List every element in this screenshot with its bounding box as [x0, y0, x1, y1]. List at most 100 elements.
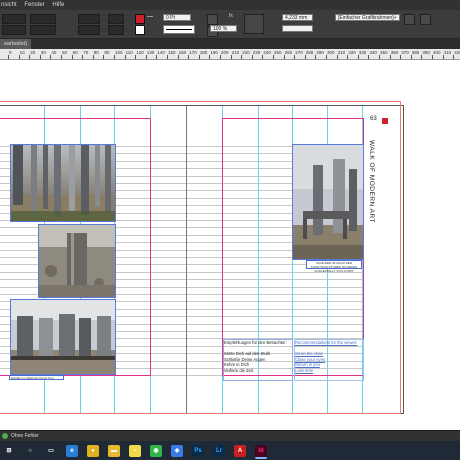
object-style-select[interactable]: [Einfacher Grafikrahmen]+ — [335, 14, 400, 21]
ruler-tick — [379, 55, 380, 59]
whatsapp-icon[interactable]: ◉ — [150, 445, 162, 457]
german-text-frame[interactable]: Empfehlungen für den Betrachter: Setze D… — [223, 339, 293, 381]
lightroom-icon[interactable]: Lr — [213, 445, 225, 457]
vertical-title-frame[interactable]: WALK OF MODERN ART — [363, 138, 377, 248]
ruler-label: 290 — [316, 50, 324, 55]
y-position-field[interactable] — [2, 25, 26, 35]
pasteboard[interactable]: Schilder im Wald der Kunst Tirol SCHILDE… — [0, 60, 460, 430]
caption-right[interactable]: SCHILDER IM WALD DER KUNSTSKULPTUREN IM … — [306, 260, 362, 273]
ruler-tick — [167, 55, 168, 59]
ruler-tick — [294, 55, 296, 59]
windows-icon[interactable]: ⊞ — [3, 445, 15, 457]
ruler-tick — [336, 55, 338, 59]
photo-chair-sculpture[interactable] — [292, 144, 364, 260]
sticky-notes-icon[interactable]: ▪ — [129, 445, 141, 457]
opacity-field[interactable]: 100 % — [210, 25, 237, 32]
menu-item-ansicht[interactable]: nsicht — [1, 2, 17, 8]
panel-menu-icon[interactable] — [420, 14, 431, 25]
photo-sculpture-poles[interactable] — [10, 144, 116, 222]
ruler-tick — [135, 55, 137, 59]
ruler-tick — [304, 55, 306, 59]
ruler-label: 310 — [337, 50, 346, 55]
ruler-label: 10 — [19, 50, 25, 55]
photo-pole-texture[interactable] — [38, 224, 116, 298]
caption-left[interactable]: Schilder im Wald der Kunst Tirol — [9, 375, 64, 380]
vertical-title: WALK OF MODERN ART — [368, 140, 375, 224]
ruler-label: 260 — [284, 50, 293, 55]
ruler-label: 120 — [136, 50, 144, 55]
menu-item-hilfe[interactable]: Hilfe — [52, 2, 64, 8]
ruler-label: 380 — [411, 50, 420, 55]
search-icon[interactable]: ○ — [24, 445, 36, 457]
edge-icon[interactable]: e — [66, 445, 78, 457]
ruler-tick — [230, 55, 232, 59]
preflight-status[interactable]: Ohne Fehler — [11, 431, 39, 441]
ruler-label: 200 — [221, 50, 229, 55]
shear-field[interactable] — [108, 25, 124, 35]
ruler-tick — [71, 55, 73, 59]
ruler-tick — [241, 55, 243, 59]
scale-y-field[interactable] — [78, 25, 100, 35]
chrome-icon[interactable]: ● — [87, 445, 99, 457]
ruler-label: 90 — [104, 50, 110, 55]
messenger-icon[interactable]: ◆ — [171, 445, 183, 457]
x-position-field[interactable] — [2, 14, 26, 24]
ruler-tick — [357, 55, 359, 59]
menu-bar: nsicht Fenster Hilfe — [0, 0, 460, 10]
ruler-label: 130 — [146, 50, 155, 55]
ruler-tick — [8, 55, 9, 59]
ruler-label: 150 — [168, 50, 176, 55]
ruler-label: 250 — [274, 50, 282, 55]
ruler-label: 400 — [433, 50, 441, 55]
english-text-line: Lose time — [295, 367, 314, 373]
german-text-line: Verliere die Zeit — [224, 367, 254, 373]
ruler-tick — [156, 55, 158, 59]
scale-x-field[interactable] — [78, 14, 100, 24]
acrobat-icon[interactable]: A — [234, 445, 246, 457]
indesign-icon[interactable]: Id — [255, 445, 267, 459]
ruler-tick — [209, 55, 211, 59]
ruler-label: 160 — [178, 50, 187, 55]
ruler-tick — [442, 55, 444, 59]
task-view-icon[interactable]: ▭ — [45, 445, 57, 457]
english-text-frame[interactable]: Recommendations for the viewer: Sit on t… — [294, 339, 364, 381]
stroke-swatch[interactable] — [135, 25, 145, 35]
ruler-tick — [145, 55, 147, 59]
align-buttons[interactable] — [244, 14, 264, 34]
photo-sculpture-poles-image — [11, 145, 115, 221]
ruler-label: 230 — [252, 50, 261, 55]
fill-swatch[interactable] — [135, 14, 145, 24]
preflight-ok-icon — [2, 433, 8, 439]
frame-color-field[interactable] — [282, 25, 313, 32]
stroke-weight-field[interactable]: 0 Pt — [163, 14, 191, 21]
photoshop-icon[interactable]: Ps — [192, 445, 204, 457]
menu-item-fenster[interactable]: Fenster — [24, 2, 44, 8]
height-field[interactable] — [30, 25, 56, 35]
ruler-tick — [82, 55, 84, 59]
rotate-field[interactable] — [108, 14, 124, 24]
ruler-label: 300 — [327, 50, 335, 55]
effects-fx-icon[interactable] — [207, 14, 218, 25]
ruler-tick — [188, 55, 190, 59]
ruler-tick — [92, 55, 94, 59]
stroke-type-select[interactable] — [163, 25, 195, 34]
photo-chairs[interactable] — [10, 299, 116, 375]
document-tab[interactable]: earbeitet) — [0, 39, 32, 49]
file-explorer-icon[interactable]: ▬ — [108, 445, 120, 457]
ruler-tick — [198, 55, 200, 59]
ruler-tick — [326, 55, 327, 59]
stroke-dropdown-icon[interactable] — [147, 16, 153, 22]
ruler-label: 30 — [40, 50, 46, 55]
ruler-tick — [400, 55, 402, 59]
frame-fitting-field[interactable]: 4,233 mm — [282, 14, 313, 21]
ruler-label: 110 — [125, 50, 133, 55]
width-field[interactable] — [30, 14, 56, 24]
horizontal-ruler[interactable]: 0 10 20 30 40 50 60 70 80 90 100 110 120 130 140 150 160… — [0, 49, 460, 60]
ruler-label: 220 — [242, 50, 250, 55]
page-spread[interactable]: Schilder im Wald der Kunst Tirol SCHILDE… — [0, 101, 404, 414]
ruler-tick — [29, 55, 31, 59]
quick-apply-icon[interactable] — [404, 14, 415, 25]
ruler-label: 370 — [401, 50, 409, 55]
ruler-label: 280 — [305, 50, 314, 55]
ruler-tick — [103, 55, 105, 59]
